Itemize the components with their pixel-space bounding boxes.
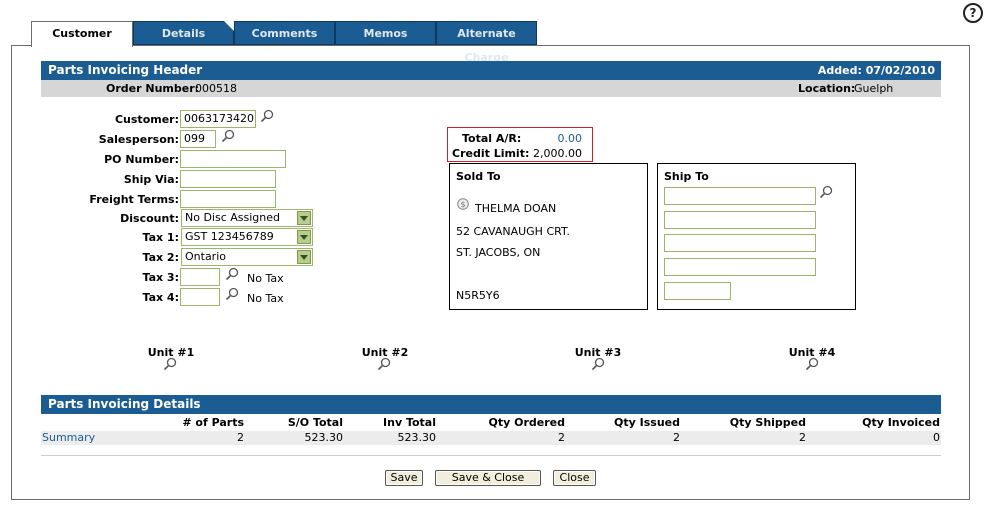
ship-to-box: Ship To	[657, 163, 856, 310]
salesperson-lookup-icon[interactable]	[221, 129, 235, 143]
tab-memos[interactable]: Memos	[335, 21, 436, 45]
tax4-label: Tax 4:	[142, 291, 180, 304]
sold-to-title: Sold To	[456, 170, 501, 183]
tax4-note: No Tax	[247, 292, 284, 305]
help-icon[interactable]: ?	[963, 3, 983, 23]
cell-qty-shipped: 2	[799, 431, 806, 444]
col-header-inv-total: Inv Total	[383, 416, 436, 429]
customer-lookup-icon[interactable]	[260, 109, 274, 123]
table-row: Summary 2 523.30 523.30 2 2 2 0	[41, 431, 941, 445]
tab-details[interactable]: Details	[133, 21, 234, 45]
ship-to-field[interactable]	[664, 187, 816, 205]
location-label: Location:	[798, 82, 856, 95]
tax1-selected: GST 123456789	[185, 230, 274, 243]
col-header-qty-issued: Qty Issued	[614, 416, 680, 429]
info-icon[interactable]: $	[457, 198, 469, 210]
summary-link[interactable]: Summary	[42, 431, 95, 444]
dropdown-arrow-icon[interactable]	[297, 230, 311, 244]
cell-so-total: 523.30	[304, 431, 344, 444]
sold-to-address-line1: 52 CAVANAUGH CRT.	[456, 225, 570, 238]
tax3-input[interactable]	[180, 268, 220, 286]
order-info-bar: Order Number: 000518 Location: Guelph	[41, 80, 941, 97]
tab-notch	[224, 21, 234, 31]
discount-select[interactable]: No Disc Assigned	[181, 209, 313, 227]
salesperson-input[interactable]: 099	[180, 130, 216, 148]
col-header-qty-invoiced: Qty Invoiced	[862, 416, 940, 429]
ship-to-field[interactable]	[664, 234, 816, 252]
sold-to-name: THELMA DOAN	[475, 202, 557, 215]
cell-parts: 2	[237, 431, 244, 444]
tab-customer[interactable]: Customer	[31, 21, 133, 47]
tab-comments[interactable]: Comments	[234, 21, 335, 45]
save-close-button[interactable]: Save & Close	[435, 470, 541, 486]
order-number-value: 000518	[195, 82, 237, 95]
tax1-select[interactable]: GST 123456789	[181, 228, 313, 246]
details-bar: Parts Invoicing Details	[41, 395, 941, 414]
tax3-note: No Tax	[247, 272, 284, 285]
ship-to-lookup-icon[interactable]	[819, 185, 833, 199]
added-date: Added: 07/02/2010	[817, 64, 935, 77]
cell-qty-issued: 2	[673, 431, 680, 444]
total-ar-label: Total A/R:	[462, 132, 522, 145]
tax2-select[interactable]: Ontario	[181, 248, 313, 266]
col-header-qty-ordered: Qty Ordered	[488, 416, 565, 429]
save-button[interactable]: Save	[385, 470, 423, 486]
ship-to-title: Ship To	[664, 170, 709, 183]
col-header-qty-shipped: Qty Shipped	[729, 416, 806, 429]
customer-input[interactable]: 0063173420	[180, 110, 256, 128]
ship-via-input[interactable]	[180, 170, 276, 188]
unit1-lookup-icon[interactable]	[163, 357, 177, 371]
customer-label: Customer:	[114, 113, 179, 126]
dropdown-arrow-icon[interactable]	[297, 250, 311, 264]
sold-to-address-line2: ST. JACOBS, ON	[456, 246, 541, 259]
credit-limit-value: 2,000.00	[533, 147, 582, 160]
tax4-input[interactable]	[180, 288, 220, 306]
discount-label: Discount:	[120, 212, 179, 225]
unit4-lookup-icon[interactable]	[805, 357, 819, 371]
location-value: Guelph	[854, 82, 894, 95]
sold-to-box: Sold To $ THELMA DOAN 52 CAVANAUGH CRT. …	[449, 163, 648, 310]
tax3-label: Tax 3:	[142, 271, 180, 284]
details-table: # of Parts S/O Total Inv Total Qty Order…	[41, 414, 941, 456]
header-bar: Parts Invoicing Header Added: 07/02/2010	[41, 61, 941, 80]
total-ar-value: 0.00	[557, 132, 583, 145]
ar-summary-box: Total A/R: 0.00 Credit Limit: 2,000.00	[447, 127, 593, 162]
salesperson-label: Salesperson:	[98, 133, 179, 146]
freight-terms-label: Freight Terms:	[89, 193, 179, 206]
header-title: Parts Invoicing Header	[48, 63, 203, 77]
tax3-lookup-icon[interactable]	[225, 267, 239, 281]
cell-qty-invoiced: 0	[933, 431, 940, 444]
dropdown-arrow-icon[interactable]	[297, 211, 311, 225]
tax2-selected: Ontario	[185, 250, 226, 263]
close-button[interactable]: Close	[553, 470, 596, 486]
tax2-label: Tax 2:	[142, 251, 180, 264]
details-title: Parts Invoicing Details	[48, 397, 201, 411]
tab-alternate-charge[interactable]: Alternate Charge	[436, 21, 537, 64]
po-number-input[interactable]	[180, 150, 286, 168]
discount-selected: No Disc Assigned	[185, 211, 281, 224]
ship-to-field[interactable]	[664, 258, 816, 276]
po-number-label: PO Number:	[104, 153, 179, 166]
freight-terms-input[interactable]	[180, 190, 276, 208]
ship-to-field[interactable]	[664, 282, 731, 300]
col-header-parts: # of Parts	[182, 416, 244, 429]
ship-to-field[interactable]	[664, 211, 816, 229]
tax1-label: Tax 1:	[142, 231, 180, 244]
cell-qty-ordered: 2	[558, 431, 565, 444]
unit3-lookup-icon[interactable]	[591, 357, 605, 371]
cell-inv-total: 523.30	[397, 431, 437, 444]
order-number-label: Order Number:	[106, 82, 200, 95]
col-header-so-total: S/O Total	[287, 416, 343, 429]
credit-limit-label: Credit Limit:	[452, 147, 530, 160]
sold-to-postal: N5R5Y6	[456, 289, 500, 302]
svg-text:$: $	[460, 200, 465, 209]
tax4-lookup-icon[interactable]	[225, 287, 239, 301]
ship-via-label: Ship Via:	[123, 173, 179, 186]
unit2-lookup-icon[interactable]	[377, 357, 391, 371]
